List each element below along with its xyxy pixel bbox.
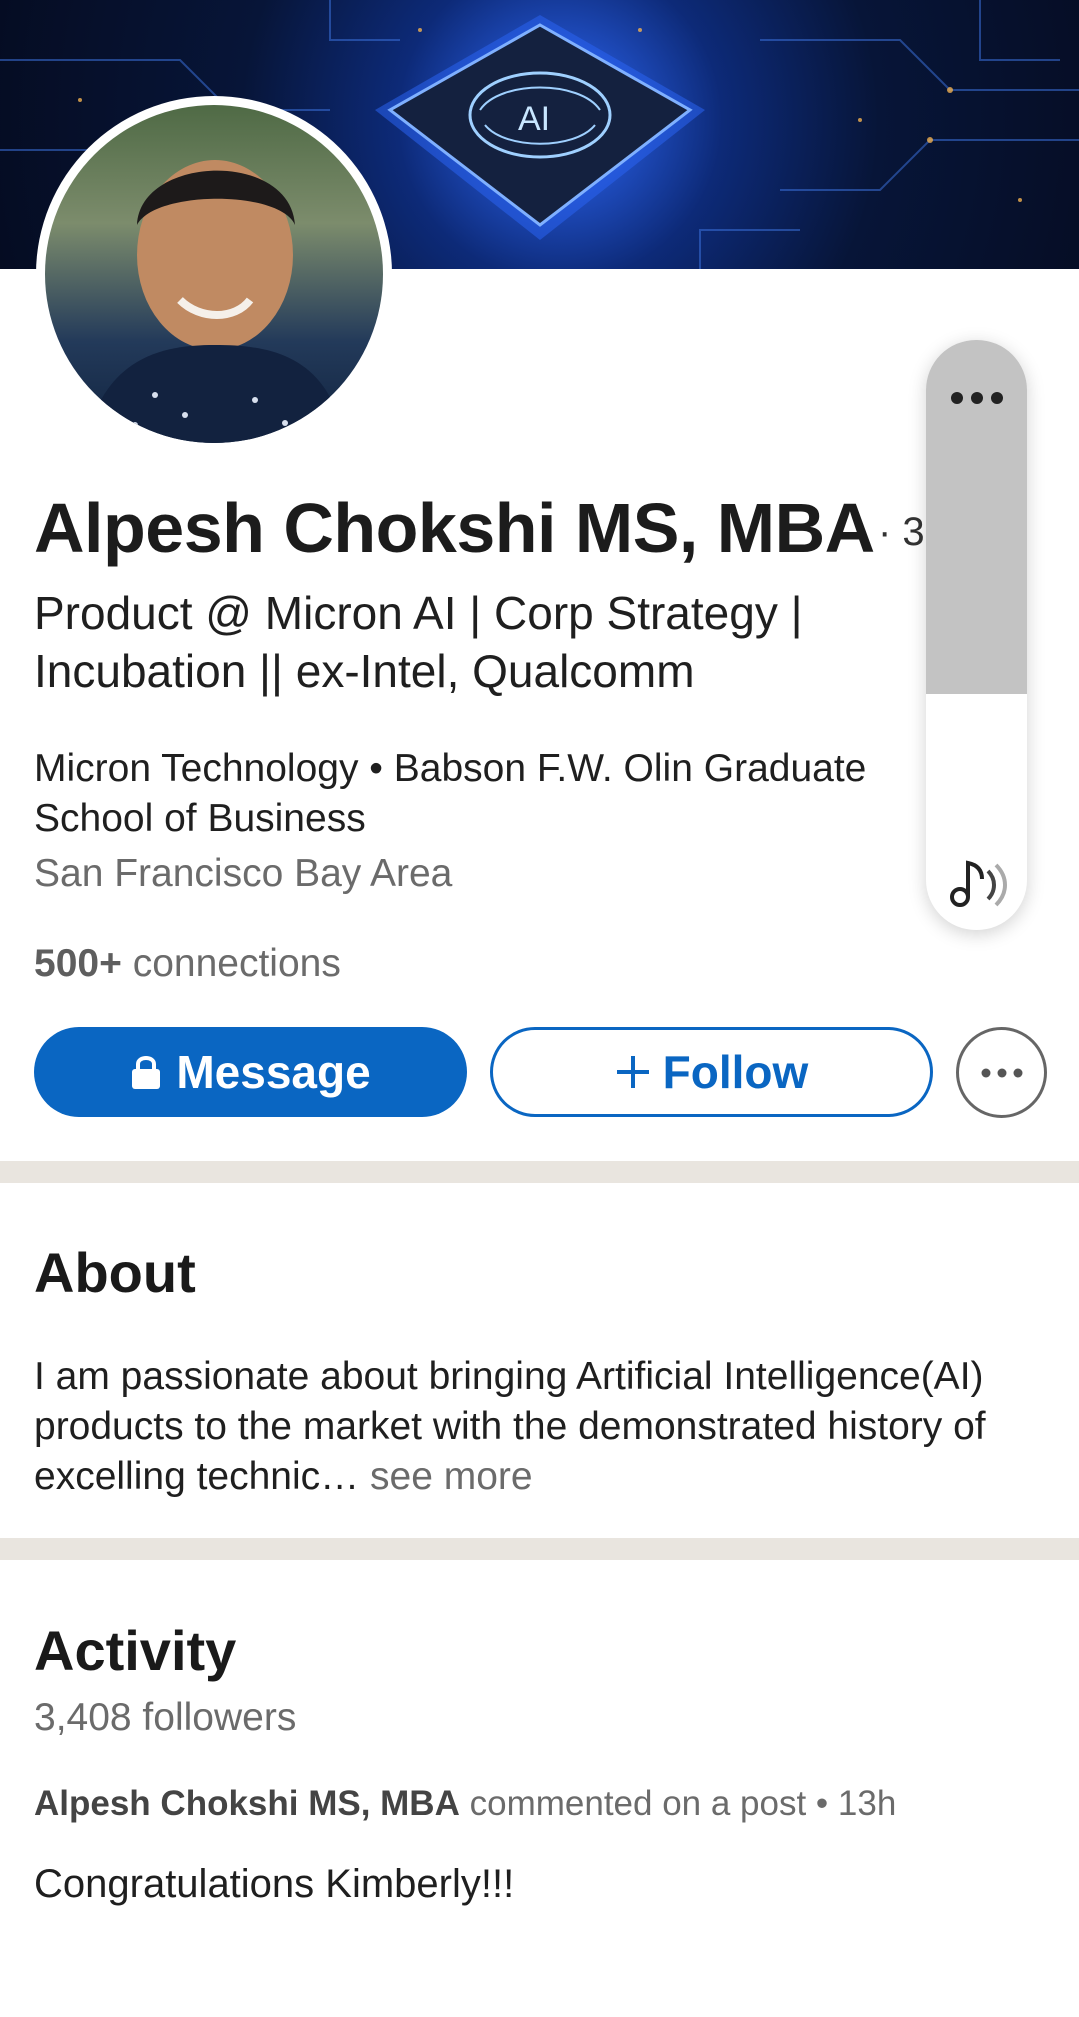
lock-icon [132,1056,161,1089]
banner-ai-text: AI [518,100,550,138]
profile-name: Alpesh Chokshi MS, MBA [34,489,875,567]
more-actions-button[interactable] [956,1027,1047,1118]
follow-button[interactable]: Follow [490,1027,933,1117]
connections-number: 500+ [34,942,122,985]
see-more-link[interactable]: see more [370,1455,533,1498]
section-divider [0,1161,1079,1183]
plus-icon [616,1056,649,1088]
followers-count: 3,408 followers [34,1696,297,1739]
ellipsis-icon [981,1068,1022,1077]
follow-button-label: Follow [662,1046,809,1098]
activity-action: commented on a post • 13h [469,1784,897,1823]
activity-item-header[interactable]: Alpesh Chokshi MS, MBA commented on a po… [34,1784,896,1824]
message-button[interactable]: Message [34,1027,467,1117]
activity-title: Activity [34,1619,237,1682]
connections-label: connections [132,942,341,985]
section-divider [0,1538,1079,1560]
profile-location: San Francisco Bay Area [34,852,453,895]
activity-author: Alpesh Chokshi MS, MBA [34,1784,460,1823]
profile-headline: Product @ Micron AI | Corp Strategy | In… [34,587,803,697]
activity-post-text[interactable]: Congratulations Kimberly!!! [34,1862,514,1907]
connection-degree: · 3 [878,510,925,554]
profile-company-education[interactable]: Micron Technology • Babson F.W. Olin Gra… [34,744,934,844]
connections-count[interactable]: 500+ connections [34,942,341,986]
about-title: About [34,1241,196,1304]
profile-avatar[interactable] [36,96,392,452]
ellipsis-icon[interactable] [926,370,1027,415]
about-text: I am passionate about bringing Artificia… [34,1352,1044,1502]
message-button-label: Message [176,1046,371,1098]
volume-slider-panel[interactable] [926,340,1027,930]
media-volume-icon[interactable] [948,855,1008,911]
profile-photo [45,105,383,443]
